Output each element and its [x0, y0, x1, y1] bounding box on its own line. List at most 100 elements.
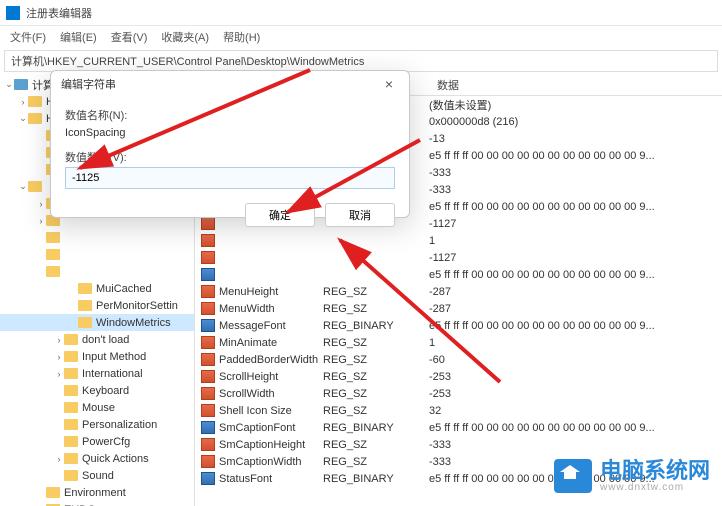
folder-icon: [64, 470, 78, 481]
string-value-icon: [201, 285, 215, 298]
tree-item-label: don't load: [82, 334, 129, 346]
chevron-right-icon[interactable]: ›: [54, 369, 64, 379]
tree-item-label: Personalization: [82, 419, 157, 431]
list-row[interactable]: ScrollHeightREG_SZ-253: [195, 368, 722, 385]
value-data: -333: [429, 167, 722, 179]
tree-item[interactable]: Personalization: [0, 416, 194, 433]
tree-item[interactable]: ›International: [0, 365, 194, 382]
string-value-icon: [201, 370, 215, 383]
tree-item[interactable]: Keyboard: [0, 382, 194, 399]
binary-value-icon: [201, 472, 215, 485]
list-row[interactable]: ScrollWidthREG_SZ-253: [195, 385, 722, 402]
chevron-right-icon[interactable]: ›: [36, 199, 46, 209]
tree-item-label: Keyboard: [82, 385, 129, 397]
list-row[interactable]: -1127: [195, 249, 722, 266]
list-row[interactable]: PaddedBorderWidthREG_SZ-60: [195, 351, 722, 368]
tree-item[interactable]: WindowMetrics: [0, 314, 194, 331]
value-data-input[interactable]: [65, 167, 395, 189]
folder-icon: [78, 283, 92, 294]
value-data: -287: [429, 303, 722, 315]
tree-item[interactable]: ›EUDC: [0, 501, 194, 506]
tree-item[interactable]: Sound: [0, 467, 194, 484]
list-row[interactable]: MenuWidthREG_SZ-287: [195, 300, 722, 317]
list-row[interactable]: SmCaptionFontREG_BINARYe5 ff ff ff 00 00…: [195, 419, 722, 436]
value-data: -253: [429, 371, 722, 383]
watermark: 电脑系统网 www.dnxtw.com: [554, 459, 710, 493]
address-bar[interactable]: 计算机\HKEY_CURRENT_USER\Control Panel\Desk…: [4, 50, 718, 72]
chevron-right-icon[interactable]: ›: [54, 352, 64, 362]
value-type: REG_BINARY: [323, 320, 429, 332]
tree-item[interactable]: [0, 246, 194, 263]
tree-item[interactable]: › don't load: [0, 331, 194, 348]
tree-item[interactable]: Mouse: [0, 399, 194, 416]
menu-file[interactable]: 文件(F): [4, 27, 52, 47]
watermark-text: 电脑系统网: [600, 460, 710, 482]
value-data: e5 ff ff ff 00 00 00 00 00 00 00 00 00 0…: [429, 150, 722, 162]
watermark-url: www.dnxtw.com: [600, 482, 710, 493]
ok-button[interactable]: 确定: [245, 203, 315, 227]
string-value-icon: [201, 302, 215, 315]
value-name: SmCaptionFont: [219, 422, 323, 434]
list-row[interactable]: Shell Icon SizeREG_SZ32: [195, 402, 722, 419]
tree-item[interactable]: PowerCfg: [0, 433, 194, 450]
tree-item[interactable]: ›Quick Actions: [0, 450, 194, 467]
menu-view[interactable]: 查看(V): [105, 27, 154, 47]
binary-value-icon: [201, 268, 215, 281]
tree-item[interactable]: MuiCached: [0, 280, 194, 297]
value-name: MenuWidth: [219, 303, 323, 315]
folder-icon: [28, 113, 42, 124]
tree-item-label: Environment: [64, 487, 126, 499]
chevron-down-icon[interactable]: ⌄: [18, 113, 28, 124]
value-name: SmCaptionHeight: [219, 439, 323, 451]
folder-icon: [28, 181, 42, 192]
menu-favorites[interactable]: 收藏夹(A): [155, 27, 215, 47]
tree-item[interactable]: PerMonitorSettin: [0, 297, 194, 314]
folder-icon: [64, 436, 78, 447]
value-data: -1127: [429, 252, 722, 264]
string-value-icon: [201, 438, 215, 451]
tree-item[interactable]: Environment: [0, 484, 194, 501]
chevron-right-icon[interactable]: ›: [18, 97, 28, 107]
folder-icon: [64, 334, 78, 345]
tree-item[interactable]: [0, 263, 194, 280]
list-row[interactable]: MenuHeightREG_SZ-287: [195, 283, 722, 300]
chevron-down-icon[interactable]: ⌄: [4, 79, 14, 90]
tree-item[interactable]: ›Input Method: [0, 348, 194, 365]
value-name-label: 数值名称(N):: [65, 107, 395, 123]
folder-icon: [64, 385, 78, 396]
folder-icon: [46, 232, 60, 243]
value-data: -253: [429, 388, 722, 400]
chevron-right-icon[interactable]: ›: [54, 335, 64, 345]
chevron-down-icon[interactable]: ⌄: [18, 181, 28, 192]
value-data: e5 ff ff ff 00 00 00 00 00 00 00 00 00 0…: [429, 269, 722, 281]
folder-icon: [64, 368, 78, 379]
value-type: REG_SZ: [323, 337, 429, 349]
value-data: e5 ff ff ff 00 00 00 00 00 00 00 00 00 0…: [429, 201, 722, 213]
close-icon[interactable]: ×: [379, 76, 399, 92]
value-name: SmCaptionWidth: [219, 456, 323, 468]
list-row[interactable]: SmCaptionHeightREG_SZ-333: [195, 436, 722, 453]
folder-icon: [28, 96, 42, 107]
tree-item-label: PerMonitorSettin: [96, 300, 178, 312]
value-data: 1: [429, 235, 722, 247]
menu-edit[interactable]: 编辑(E): [54, 27, 103, 47]
binary-value-icon: [201, 319, 215, 332]
chevron-right-icon[interactable]: ›: [36, 216, 46, 226]
app-icon: [6, 6, 20, 20]
folder-icon: [78, 317, 92, 328]
list-row[interactable]: 1: [195, 232, 722, 249]
list-row[interactable]: MinAnimateREG_SZ1: [195, 334, 722, 351]
value-data: -60: [429, 354, 722, 366]
edit-string-dialog: 编辑字符串 × 数值名称(N): IconSpacing 数值数据(V): 确定…: [50, 70, 410, 218]
value-type: REG_SZ: [323, 354, 429, 366]
value-data: e5 ff ff ff 00 00 00 00 00 00 00 00 00 0…: [429, 320, 722, 332]
cancel-button[interactable]: 取消: [325, 203, 395, 227]
value-data: 1: [429, 337, 722, 349]
list-row[interactable]: e5 ff ff ff 00 00 00 00 00 00 00 00 00 0…: [195, 266, 722, 283]
menu-help[interactable]: 帮助(H): [217, 27, 266, 47]
list-row[interactable]: MessageFontREG_BINARYe5 ff ff ff 00 00 0…: [195, 317, 722, 334]
value-data: 32: [429, 405, 722, 417]
col-data[interactable]: 数据: [429, 74, 722, 95]
chevron-right-icon[interactable]: ›: [54, 454, 64, 464]
dialog-title: 编辑字符串: [61, 76, 116, 92]
